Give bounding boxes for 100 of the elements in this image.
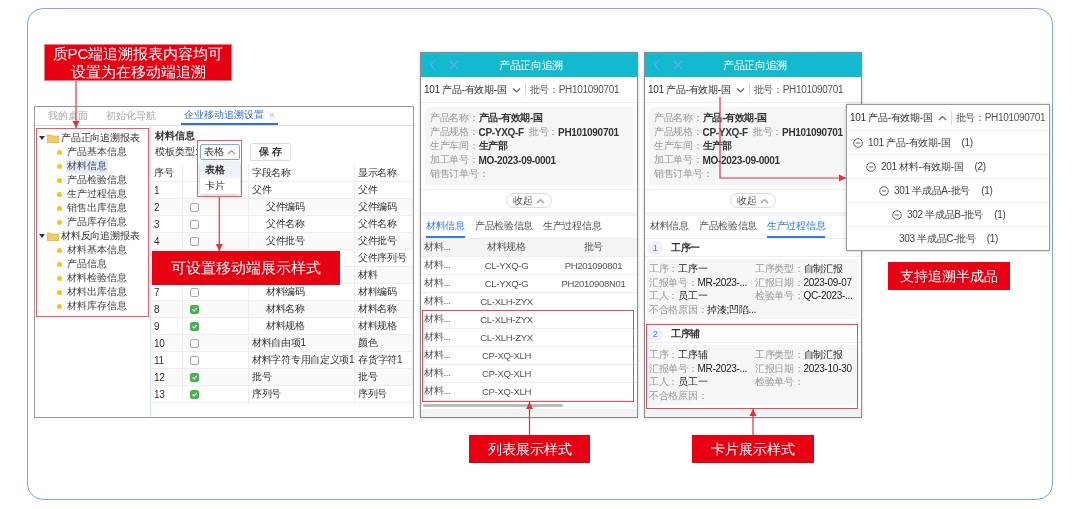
table-cell: 4	[151, 233, 183, 249]
tree-item[interactable]: 材料检验信息	[66, 271, 128, 285]
table-cell-text: CP-XQ-XLH	[481, 385, 532, 399]
field-label: 产品规格：	[654, 125, 703, 139]
field-value: 2023-09-07	[803, 276, 852, 288]
table-cell: 序列号	[252, 387, 282, 401]
section-title: 材料信息	[154, 129, 196, 142]
column-header: 序号	[151, 164, 183, 181]
table-cell: 序列号	[355, 386, 413, 402]
select-field[interactable]: 表格	[199, 144, 240, 160]
table-cell: 2	[151, 199, 183, 215]
table-cell: 材料规格	[355, 318, 413, 334]
column-header: 显示名称	[355, 164, 413, 181]
callout-label: 质PC端追溯报表内容均可设置为在移动端追溯	[44, 44, 232, 81]
tree-item[interactable]: 301 半成品A-批号	[894, 183, 971, 198]
scrollbar[interactable]	[423, 403, 563, 407]
chevron-icon[interactable]	[937, 113, 947, 122]
tree-item[interactable]: 材料出库信息	[66, 285, 128, 299]
checkbox[interactable]	[190, 304, 199, 314]
checkbox[interactable]	[190, 219, 199, 229]
step-badge: 2	[647, 326, 663, 341]
select-field[interactable]: 101 产品-有效期-国	[850, 110, 952, 125]
tree-label[interactable]: 材料反向追溯报表	[61, 229, 140, 243]
chevron-icon[interactable]	[511, 85, 521, 94]
table-cell: 父件批号	[355, 233, 413, 249]
field-value: MO-2023-09-0001	[478, 154, 556, 166]
tab[interactable]: 生产过程信息	[543, 216, 602, 238]
chevron-icon[interactable]	[760, 196, 769, 205]
field-value: 掉漆;凹陷...	[707, 303, 756, 315]
checkbox[interactable]	[190, 389, 199, 399]
tab[interactable]: 企业移动追溯设置 ×	[181, 107, 278, 125]
chevron-icon[interactable]	[226, 148, 236, 156]
minus-circle-icon[interactable]	[892, 209, 902, 220]
tree-item[interactable]: 材料库存信息	[66, 299, 128, 313]
field-label: 产品名称：	[654, 111, 703, 125]
tree-item[interactable]: 产品信息	[66, 257, 108, 271]
checkbox[interactable]	[190, 355, 199, 365]
table-cell: 8	[151, 301, 183, 317]
table-cell-text: 父件编码	[265, 200, 305, 214]
field-label: 销售订单号：	[430, 167, 489, 181]
dropdown-option[interactable]: 卡片	[199, 178, 240, 194]
checkbox[interactable]	[190, 321, 199, 331]
tree-item[interactable]: 生产过程信息	[66, 187, 128, 201]
column-header: 字段名称	[249, 164, 355, 181]
minus-circle-icon[interactable]	[853, 137, 863, 148]
chevron-icon[interactable]	[536, 196, 545, 205]
minus-circle-icon[interactable]	[879, 185, 889, 196]
field-label: 产品规格：	[430, 125, 479, 139]
checkbox[interactable]	[190, 287, 199, 297]
table-cell-text: 材料规格	[265, 319, 305, 333]
field-label: 工序：	[649, 349, 679, 360]
table-cell-text: CL-XLH-ZYX	[479, 313, 534, 327]
tree-item[interactable]: 材料基本信息	[66, 243, 128, 257]
callout-label: 可设置移动端展示样式	[152, 251, 340, 285]
table-cell-text: 材料...	[423, 330, 452, 344]
tree-item[interactable]: 产品基本信息	[66, 145, 128, 159]
save-button[interactable]: 保 存	[249, 143, 291, 161]
field-label: 工序：	[649, 263, 679, 274]
tree-item[interactable]: 303 半成品C-批号	[899, 231, 976, 246]
field-label: 销售订单号：	[654, 167, 713, 181]
checkbox[interactable]	[190, 372, 199, 382]
select-field[interactable]: 101 产品-有效期-国	[424, 82, 526, 97]
collapse-button[interactable]: 收起	[730, 193, 776, 208]
field-value: 自制汇报	[803, 263, 843, 274]
tree-item[interactable]: 302 半成品B-批号	[907, 207, 984, 222]
table-cell: 材料名称	[355, 301, 413, 317]
tab[interactable]: 材料信息	[650, 216, 689, 238]
tab[interactable]: 产品检验信息	[474, 216, 533, 238]
triangle-icon[interactable]	[39, 135, 45, 141]
table-cell-text: 材料...	[423, 366, 452, 380]
callout-label: 支持追溯半成品	[888, 262, 1010, 290]
tree-item[interactable]: 产品检验信息	[66, 173, 128, 187]
table-cell-text: 材料...	[423, 258, 452, 272]
field-value: QC-2023-...	[803, 290, 853, 301]
chevron-icon[interactable]	[735, 85, 745, 94]
tab[interactable]: 产品检验信息	[698, 216, 757, 238]
dot-icon	[57, 191, 62, 197]
table-cell-text: 材料...	[423, 312, 452, 326]
tree-item[interactable]: 销售出库信息	[66, 201, 128, 215]
checkbox[interactable]	[190, 236, 199, 246]
minus-circle-icon[interactable]	[866, 161, 876, 172]
tree-item[interactable]: 材料信息	[66, 159, 108, 173]
select-field[interactable]: 101 产品-有效期-国	[648, 82, 750, 97]
step-title: 工序辅	[671, 326, 701, 341]
tree-item[interactable]: 101 产品-有效期-国	[868, 135, 951, 150]
field-value: 员工一	[678, 376, 708, 387]
folder-icon	[47, 133, 59, 143]
checkbox[interactable]	[190, 338, 199, 348]
checkbox[interactable]	[190, 202, 199, 212]
field-label: 汇报日期：	[755, 362, 804, 374]
field-label: 批号：	[752, 125, 782, 139]
dropdown-option[interactable]: 表格	[199, 162, 240, 178]
table-cell: 父件	[355, 182, 413, 198]
tree-label[interactable]: 产品正向追溯报表	[61, 131, 140, 145]
collapse-button[interactable]: 收起	[506, 193, 552, 208]
screen-title: 产品正向追溯	[721, 57, 789, 73]
tree-item[interactable]: 201 材料-有效期-国	[881, 159, 964, 174]
triangle-icon[interactable]	[39, 233, 45, 239]
table-cell: 批号	[252, 370, 272, 384]
tree-item[interactable]: 产品库存信息	[66, 215, 128, 229]
